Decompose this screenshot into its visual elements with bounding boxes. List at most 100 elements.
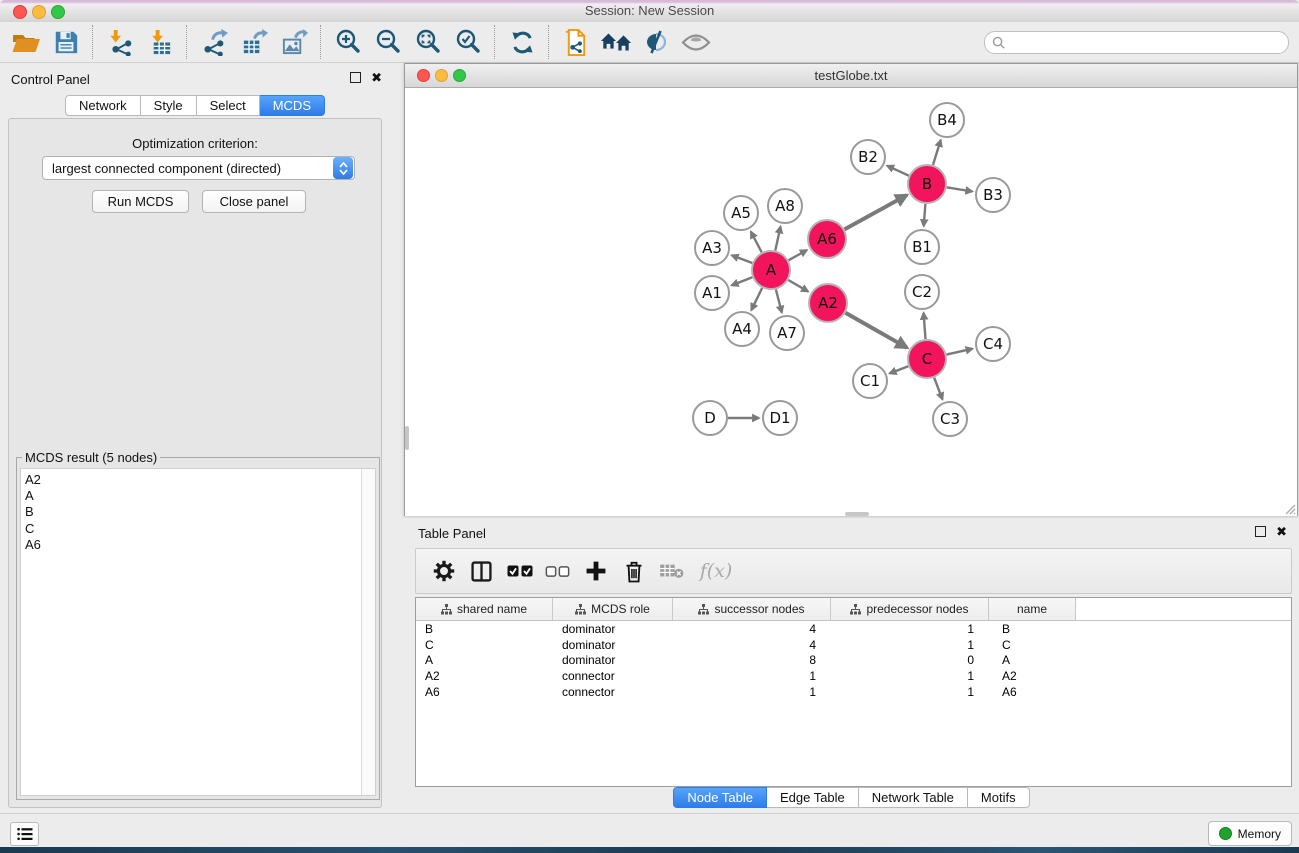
cell-successor-nodes: 8: [673, 653, 831, 667]
resize-grip-icon[interactable]: [1284, 503, 1296, 515]
memory-button[interactable]: Memory: [1208, 821, 1292, 846]
graph-edge-C-C4[interactable]: [947, 349, 973, 355]
add-column-button[interactable]: [580, 554, 611, 588]
delete-table-button[interactable]: [656, 554, 687, 588]
network-canvas[interactable]: B4B2BB3A8A5A6A3B1AA1C2A2A4A7C4CC1C3DD1: [405, 88, 1297, 516]
network-window-title: testGlobe.txt: [405, 68, 1297, 83]
search-field[interactable]: [984, 31, 1289, 54]
result-list-item[interactable]: A: [25, 488, 361, 504]
tab-mcds[interactable]: MCDS: [260, 95, 325, 116]
graph-edge-C-C1[interactable]: [890, 366, 909, 373]
graph-edge-C-C3[interactable]: [934, 378, 942, 400]
node-table[interactable]: shared nameMCDS rolesuccessor nodesprede…: [415, 597, 1292, 787]
canvas-horizontal-scrollbar[interactable]: [845, 512, 869, 516]
graph-edge-B-B3[interactable]: [947, 187, 973, 191]
network-graph[interactable]: B4B2BB3A8A5A6A3B1AA1C2A2A4A7C4CC1C3DD1: [405, 88, 1297, 516]
tab-style[interactable]: Style: [141, 95, 197, 116]
table-row[interactable]: Adominator80A: [416, 652, 1291, 668]
graph-edge-A-A6[interactable]: [789, 250, 807, 260]
apply-layout-button[interactable]: [596, 24, 636, 60]
show-all-button[interactable]: [676, 24, 716, 60]
graph-node-label: B1: [912, 238, 932, 256]
tab-network-table[interactable]: Network Table: [859, 787, 968, 808]
unchecked-boxes-icon: [545, 565, 570, 578]
graph-edge-B-B2[interactable]: [887, 166, 909, 176]
search-input[interactable]: [1009, 33, 1288, 51]
graph-edge-B-B1[interactable]: [924, 204, 926, 226]
import-table-icon: [147, 29, 174, 56]
table-settings-button[interactable]: [428, 554, 459, 588]
column-header-shared-name[interactable]: shared name: [416, 598, 553, 620]
run-mcds-button[interactable]: Run MCDS: [92, 190, 189, 213]
zoom-selected-button[interactable]: [448, 24, 488, 60]
graph-edge-A2-C[interactable]: [845, 313, 907, 348]
function-builder-button[interactable]: f(x): [694, 554, 738, 588]
open-session-button[interactable]: [6, 24, 46, 60]
criterion-dropdown[interactable]: largest connected component (directed): [42, 156, 355, 180]
save-icon: [53, 29, 79, 55]
refresh-button[interactable]: [502, 24, 542, 60]
table-row[interactable]: Cdominator41C: [416, 637, 1291, 653]
zoom-fit-button[interactable]: [408, 24, 448, 60]
result-list-item[interactable]: A6: [25, 537, 361, 553]
float-panel-icon[interactable]: [350, 72, 361, 83]
mcds-result-list[interactable]: A2ABCA6: [20, 468, 376, 796]
graph-edge-A-A1[interactable]: [732, 277, 753, 285]
column-header-MCDS-role[interactable]: MCDS role: [553, 598, 673, 620]
table-row[interactable]: Bdominator41B: [416, 621, 1291, 637]
cell-shared-name: A: [416, 653, 553, 667]
list-scrollbar[interactable]: [361, 469, 375, 795]
hide-selected-button[interactable]: [636, 24, 676, 60]
graph-edge-A-A8[interactable]: [775, 227, 780, 251]
show-column-panel-button[interactable]: [466, 554, 497, 588]
export-network-button[interactable]: [194, 24, 234, 60]
network-window-titlebar[interactable]: testGlobe.txt: [405, 64, 1297, 88]
column-header-name[interactable]: name: [989, 598, 1076, 620]
result-list-item[interactable]: C: [25, 521, 361, 537]
save-session-button[interactable]: [46, 24, 86, 60]
delete-column-button[interactable]: [618, 554, 649, 588]
dropdown-stepper-icon: [333, 157, 353, 179]
graph-node-label: C3: [940, 410, 960, 428]
deselect-all-rows-button[interactable]: [542, 554, 573, 588]
result-list-item[interactable]: A2: [25, 472, 361, 488]
graph-edge-B-B4[interactable]: [933, 140, 941, 165]
task-history-button[interactable]: [10, 822, 39, 846]
import-network-button[interactable]: [100, 24, 140, 60]
fx-icon: f(x): [700, 560, 733, 582]
graph-edge-A-A3[interactable]: [732, 255, 753, 263]
graph-edge-A-A4[interactable]: [751, 288, 762, 310]
graph-edge-A6-B[interactable]: [845, 195, 907, 229]
graph-node-label: A5: [731, 204, 751, 222]
export-image-button[interactable]: [274, 24, 314, 60]
table-row[interactable]: A6connector11A6: [416, 684, 1291, 700]
float-table-panel-icon[interactable]: [1255, 526, 1266, 537]
close-panel-icon[interactable]: ✖: [371, 73, 382, 83]
table-tabs: Node TableEdge TableNetwork TableMotifs: [673, 787, 1029, 808]
close-panel-button[interactable]: Close panel: [202, 190, 306, 213]
column-header-predecessor-nodes[interactable]: predecessor nodes: [831, 598, 989, 620]
zoom-in-button[interactable]: [328, 24, 368, 60]
window-titlebar: Session: New Session: [0, 0, 1299, 23]
column-header-successor-nodes[interactable]: successor nodes: [673, 598, 831, 620]
result-list-item[interactable]: B: [25, 504, 361, 520]
tab-edge-table[interactable]: Edge Table: [767, 787, 859, 808]
graph-edge-C-C2[interactable]: [924, 313, 926, 339]
table-row[interactable]: A2connector11A2: [416, 668, 1291, 684]
eye-slash-icon: [642, 28, 670, 56]
graph-edge-A-A7[interactable]: [776, 289, 782, 312]
export-table-button[interactable]: [234, 24, 274, 60]
import-table-button[interactable]: [140, 24, 180, 60]
tab-network[interactable]: Network: [65, 95, 141, 116]
graph-edge-A-A2[interactable]: [788, 280, 808, 292]
tab-motifs[interactable]: Motifs: [968, 787, 1030, 808]
graph-edge-A-A5[interactable]: [751, 232, 762, 253]
tab-node-table[interactable]: Node Table: [673, 787, 767, 808]
close-table-panel-icon[interactable]: ✖: [1276, 527, 1287, 537]
select-all-rows-button[interactable]: [504, 554, 535, 588]
canvas-vertical-scrollbar[interactable]: [405, 426, 409, 450]
zoom-out-button[interactable]: [368, 24, 408, 60]
checked-boxes-icon: [507, 564, 533, 578]
new-network-from-file-button[interactable]: [556, 24, 596, 60]
tab-select[interactable]: Select: [197, 95, 260, 116]
